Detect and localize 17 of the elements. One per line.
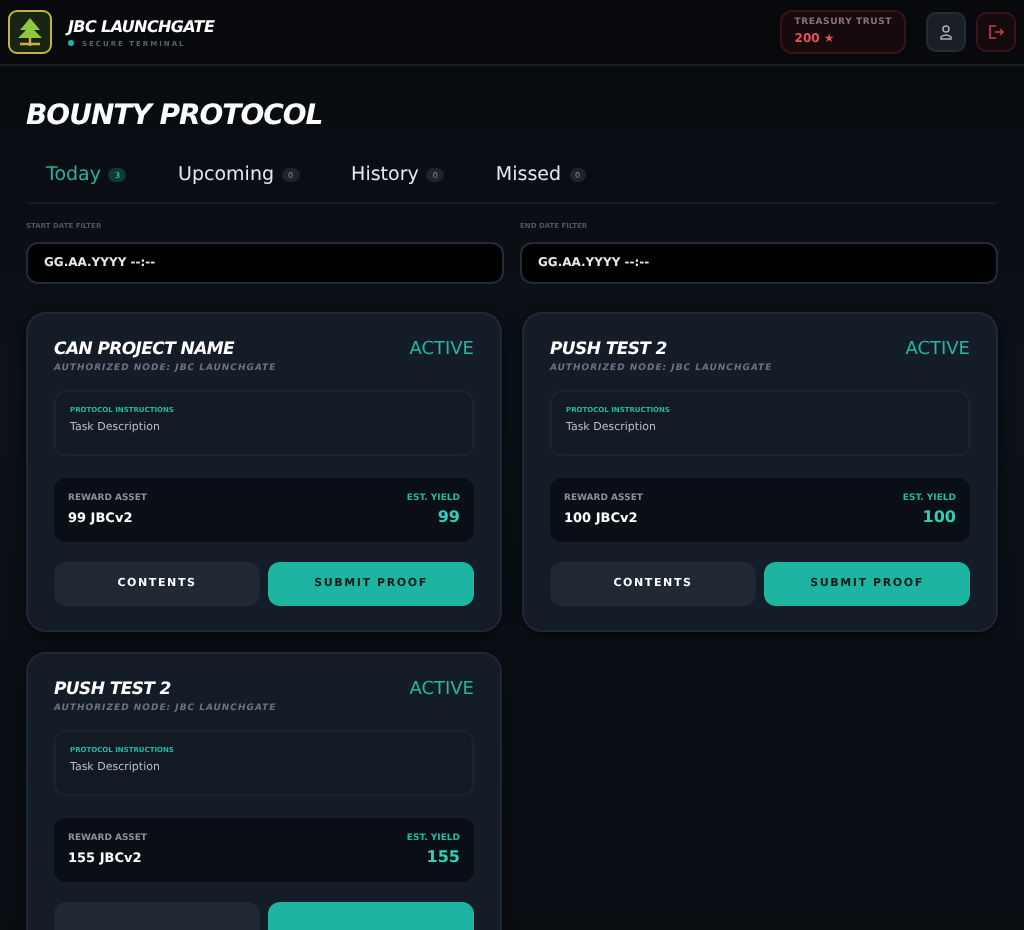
status-dot-icon [68, 40, 74, 46]
status-label: ACTIVE [409, 340, 474, 360]
profile-button[interactable] [926, 12, 966, 52]
yield-value: 99 [435, 508, 460, 526]
card-title: PUSH TEST 2 [550, 340, 667, 360]
card-title: CAN PROJECT NAME [54, 340, 235, 360]
yield-value: 155 [424, 848, 460, 866]
user-icon [938, 24, 954, 40]
brand-name: JBC LAUNCHGATE [68, 17, 217, 35]
page-title: BOUNTY PROTOCOL [26, 100, 325, 132]
logout-icon [988, 24, 1004, 40]
card-title: PUSH TEST 2 [54, 680, 171, 700]
status-label: ACTIVE [905, 340, 970, 360]
status-label: ACTIVE [409, 680, 474, 700]
logo-icon [8, 10, 52, 54]
logout-button[interactable] [976, 12, 1016, 52]
yield-value: 100 [920, 508, 956, 526]
